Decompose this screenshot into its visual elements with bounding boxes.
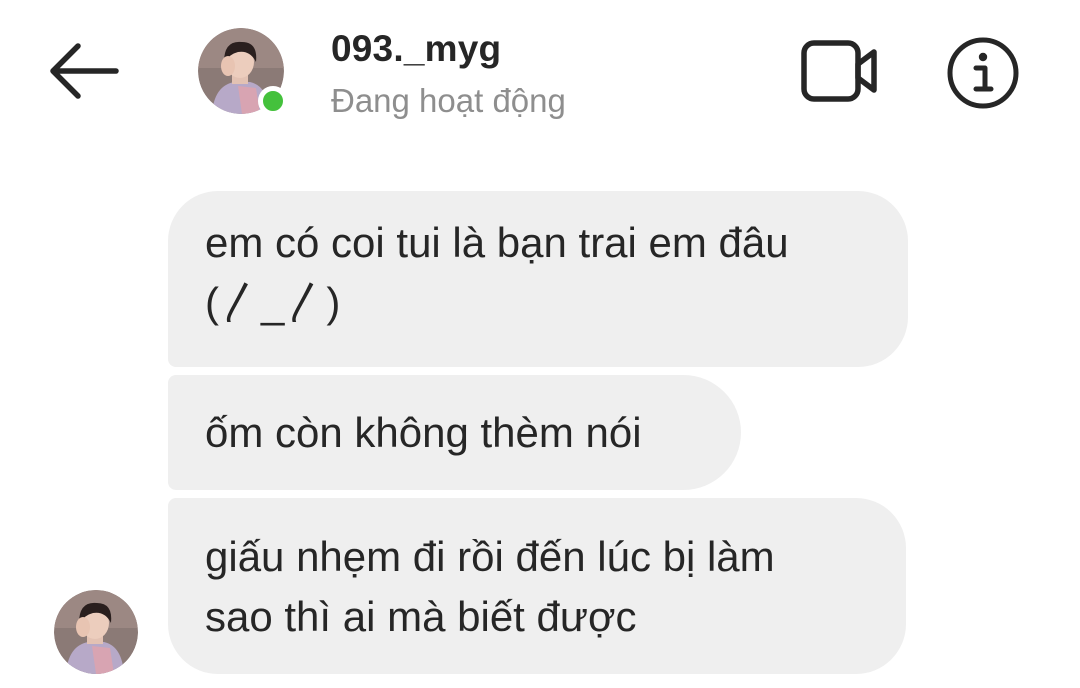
video-camera-icon: [801, 40, 877, 102]
active-status: Đang hoạt động: [331, 82, 566, 119]
message-bubble[interactable]: em có coi tui là bạn trai em đâu (〳_〳): [168, 191, 908, 367]
avatar-image: [54, 590, 138, 674]
info-circle-icon: [947, 37, 1019, 109]
arrow-left-icon: [50, 43, 119, 99]
back-button[interactable]: [46, 40, 122, 102]
sender-avatar[interactable]: [54, 590, 138, 674]
message-bubble[interactable]: giấu nhẹm đi rồi đến lúc bị làm sao thì …: [168, 498, 906, 674]
chat-header: 093._myg Đang hoạt động: [0, 0, 1080, 150]
message-bubble[interactable]: ốm còn không thèm nói: [168, 375, 741, 490]
video-call-button[interactable]: [800, 38, 880, 104]
chat-screen: 093._myg Đang hoạt động em có coi tui là…: [0, 0, 1080, 688]
online-status-dot: [258, 86, 288, 116]
contact-avatar[interactable]: [198, 28, 288, 116]
info-button[interactable]: [946, 36, 1020, 110]
contact-username[interactable]: 093._myg: [331, 28, 501, 70]
